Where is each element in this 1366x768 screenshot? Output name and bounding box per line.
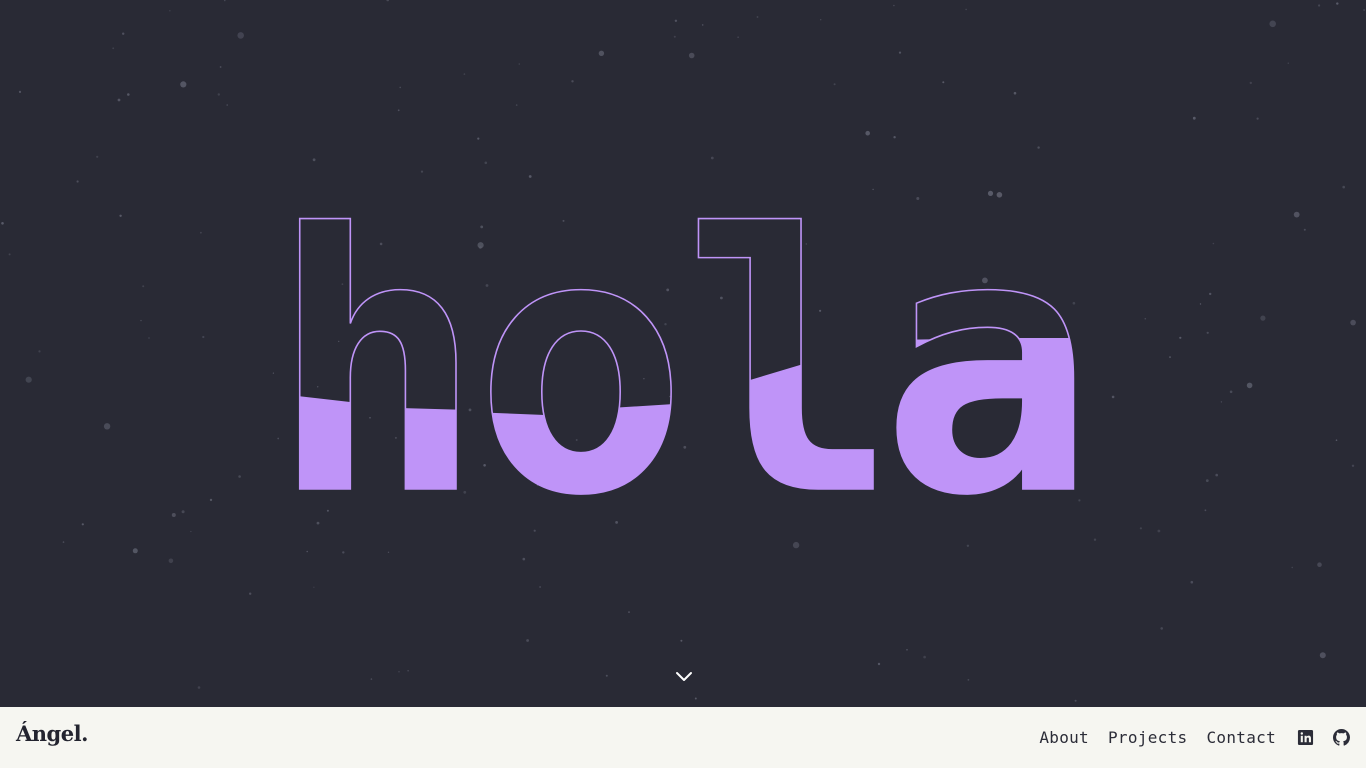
svg-text:h: h — [270, 159, 484, 573]
svg-text:l: l — [683, 159, 897, 573]
nav-link-projects[interactable]: Projects — [1108, 728, 1187, 747]
linkedin-icon — [1297, 729, 1313, 746]
nav-links: About Projects Contact — [1039, 707, 1350, 768]
svg-text:a: a — [881, 159, 1095, 573]
github-link[interactable] — [1332, 729, 1350, 747]
nav-link-contact[interactable]: Contact — [1206, 728, 1276, 747]
hero-section: h o l a h o l a hola — [0, 0, 1366, 707]
linkedin-link[interactable] — [1296, 729, 1314, 747]
github-icon — [1332, 729, 1350, 746]
scroll-down-button[interactable] — [671, 666, 697, 688]
svg-text:o: o — [474, 159, 688, 573]
hero-greeting-text: hola — [682, 488, 685, 490]
hola-wordmark: h o l a h o l a hola — [269, 158, 1096, 574]
site-logo[interactable]: Ángel. — [16, 721, 88, 746]
nav-link-about[interactable]: About — [1039, 728, 1089, 747]
bottom-navbar: Ángel. About Projects Contact — [0, 707, 1366, 768]
chevron-down-icon — [676, 672, 692, 681]
